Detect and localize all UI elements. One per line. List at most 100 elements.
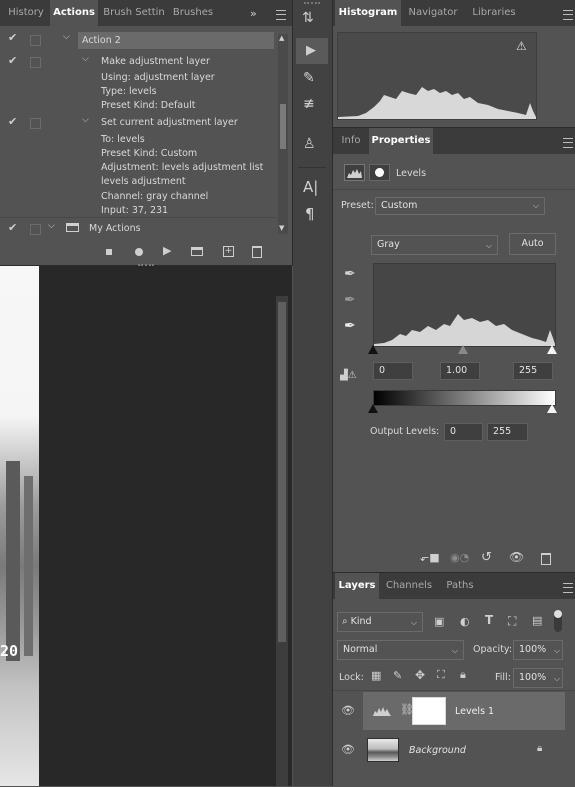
trash-icon[interactable] [252, 246, 262, 258]
history-icon[interactable]: ⇅ [302, 10, 314, 26]
chevron-down-icon[interactable]: ⌵ [82, 54, 89, 64]
pixel-filter-icon[interactable]: ▣ [434, 615, 444, 628]
scroll-up-icon[interactable]: ▲ [279, 34, 284, 42]
actions-dock-button[interactable]: ▶ [296, 38, 328, 64]
layer-mask-thumbnail[interactable] [412, 697, 446, 725]
input-gamma-slider[interactable] [458, 345, 468, 354]
checkmark-icon[interactable]: ✔ [8, 115, 17, 128]
new-action-icon[interactable]: + [223, 246, 234, 257]
chevron-down-icon[interactable]: ⌵ [48, 221, 55, 231]
tab-history[interactable]: History [4, 0, 48, 26]
action-step[interactable]: Set current adjustment layer [101, 117, 238, 128]
clipping-warning-icon[interactable]: ▟⚠ [340, 370, 357, 381]
output-black-slider[interactable] [368, 404, 378, 413]
dialog-toggle-box[interactable] [30, 57, 41, 68]
layer-name[interactable]: Levels 1 [455, 706, 494, 717]
blend-mode-dropdown[interactable]: Normal ⌵ [337, 640, 464, 660]
fill-field[interactable]: 100% ⌵ [513, 668, 563, 688]
tab-libraries[interactable]: Libraries [465, 0, 523, 26]
document-image[interactable]: 20 [0, 266, 39, 786]
tab-properties[interactable]: Properties [369, 128, 433, 154]
input-white-field[interactable]: 255 [513, 362, 553, 380]
input-black-field[interactable]: 0 [373, 362, 413, 380]
tab-brushes[interactable]: Brushes [168, 0, 218, 26]
dialog-toggle-box[interactable] [30, 35, 41, 46]
canvas-scrollbar-track[interactable] [276, 296, 288, 786]
channel-dropdown[interactable]: Gray ⌵ [371, 235, 498, 255]
dialog-toggle-box[interactable] [30, 118, 41, 129]
canvas-scroll-thumb[interactable] [278, 302, 286, 642]
panel-menu-icon[interactable] [563, 10, 573, 20]
white-point-eyedropper-icon[interactable]: ✒ [344, 318, 356, 334]
dialog-toggle-box[interactable] [30, 224, 41, 235]
lock-all-icon[interactable]: 🔒︎ [460, 668, 466, 682]
output-black-field[interactable]: 0 [444, 423, 483, 441]
tab-info[interactable]: Info [335, 128, 367, 154]
preset-dropdown[interactable]: Custom ⌵ [375, 197, 545, 215]
smart-object-filter-icon[interactable]: ▤ [532, 614, 542, 627]
chevron-down-icon[interactable]: ⌵ [63, 32, 70, 42]
checkmark-icon[interactable]: ✔ [8, 54, 17, 67]
dock-grip[interactable] [304, 2, 320, 4]
reset-icon[interactable]: ↺ [481, 550, 492, 565]
view-previous-state-icon[interactable]: ◉◔ [450, 551, 469, 564]
opacity-field[interactable]: 100% ⌵ [513, 640, 563, 660]
layer-filter-dropdown[interactable]: ⌕ Kind ⌵ [337, 612, 423, 632]
input-gamma-field[interactable]: 1.00 [440, 362, 480, 380]
action-item[interactable]: Action 2 [82, 35, 121, 46]
character-icon[interactable]: A| [303, 178, 318, 196]
actions-scrollbar[interactable]: ▲ ▼ [278, 34, 288, 234]
eye-visibility-icon[interactable]: 👁 [341, 704, 355, 717]
lock-icon[interactable]: 🔒︎ [537, 743, 542, 754]
panel-menu-icon[interactable] [563, 138, 573, 148]
background-thumbnail[interactable] [367, 738, 399, 762]
panel-menu-icon[interactable] [276, 10, 286, 20]
clip-to-layer-icon[interactable]: ⬐■ [420, 551, 440, 564]
paragraph-icon[interactable]: ¶ [305, 205, 315, 223]
layer-row[interactable]: 👁 ⛓ Levels 1 [333, 692, 565, 730]
scroll-thumb[interactable] [280, 104, 286, 149]
panel-menu-icon[interactable] [563, 583, 573, 593]
input-black-slider[interactable] [368, 345, 378, 354]
action-set[interactable]: My Actions [89, 223, 141, 234]
eye-visibility-icon[interactable]: 👁 [341, 743, 355, 756]
play-icon[interactable]: ▶ [163, 244, 171, 257]
panel-expand-icon[interactable]: » [250, 7, 257, 20]
auto-button[interactable]: Auto [509, 233, 556, 255]
lock-transparent-icon[interactable]: ▦ [371, 669, 381, 682]
tab-channels[interactable]: Channels [381, 573, 437, 599]
input-white-slider[interactable] [547, 345, 557, 354]
output-white-field[interactable]: 255 [487, 423, 528, 441]
clone-source-icon[interactable]: ♙ [303, 136, 316, 152]
shape-filter-icon[interactable]: ⛶ [508, 614, 516, 629]
checkmark-icon[interactable]: ✔ [8, 31, 17, 44]
new-set-folder-icon[interactable] [191, 247, 203, 256]
lock-position-icon[interactable]: ✥ [415, 668, 425, 682]
checkmark-icon[interactable]: ✔ [8, 221, 17, 234]
lock-image-icon[interactable]: ✎ [393, 669, 402, 682]
warning-icon[interactable]: ⚠ [516, 39, 527, 53]
chevron-down-icon[interactable]: ⌵ [82, 115, 89, 125]
tab-histogram[interactable]: Histogram [335, 0, 401, 26]
trash-icon[interactable] [541, 553, 551, 565]
type-filter-icon[interactable]: T [485, 613, 493, 627]
mask-icon[interactable] [369, 164, 390, 181]
tab-layers[interactable]: Layers [335, 573, 379, 599]
filter-toggle[interactable] [554, 610, 562, 632]
tab-navigator[interactable]: Navigator [403, 0, 463, 26]
adjustment-filter-icon[interactable]: ◐ [460, 615, 470, 628]
record-icon[interactable] [135, 248, 143, 256]
output-white-slider[interactable] [547, 404, 557, 413]
tab-brush-settings[interactable]: Brush Settin [100, 0, 168, 26]
brush-presets-icon[interactable]: ≢ [303, 96, 315, 112]
lock-artboard-icon[interactable]: ⛶ [437, 668, 445, 682]
scroll-down-icon[interactable]: ▼ [279, 224, 284, 232]
tab-actions[interactable]: Actions [50, 0, 98, 26]
brush-settings-icon[interactable]: ✎ [303, 70, 315, 86]
toggle-visibility-icon[interactable]: 👁 [509, 550, 524, 564]
stop-icon[interactable] [106, 249, 112, 255]
layer-name[interactable]: Background [409, 745, 466, 756]
tab-paths[interactable]: Paths [439, 573, 481, 599]
action-step[interactable]: Make adjustment layer [101, 56, 210, 67]
gray-point-eyedropper-icon[interactable]: ✒ [344, 292, 356, 308]
